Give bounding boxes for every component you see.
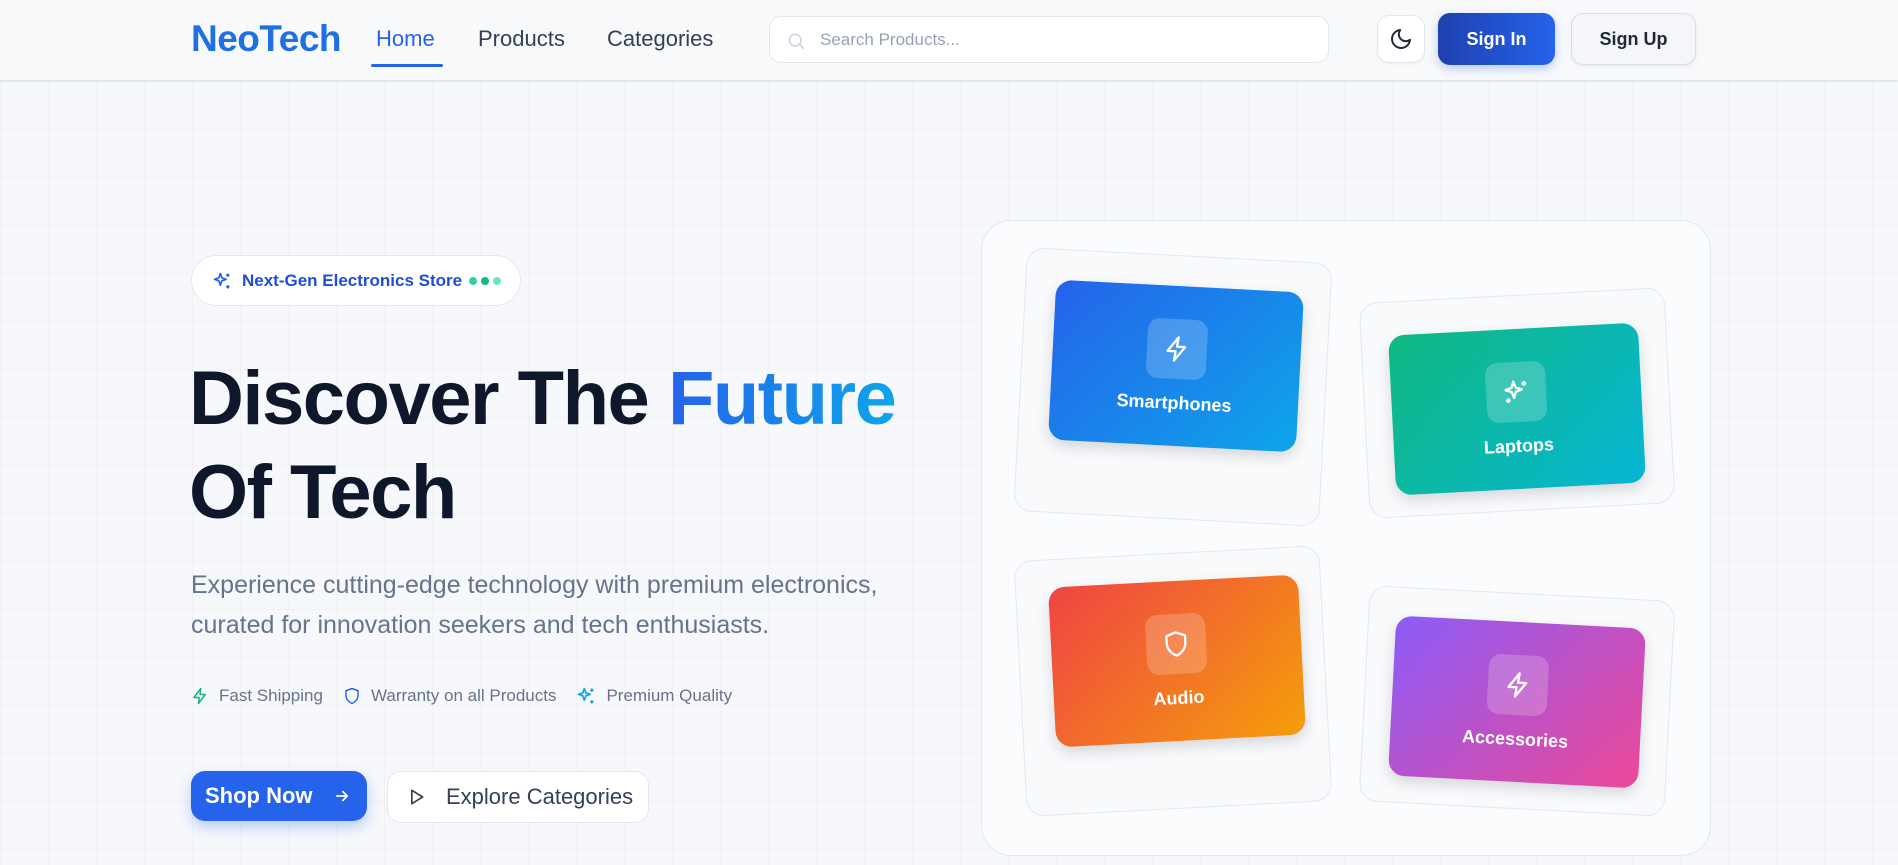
category-icon-box <box>1484 359 1548 424</box>
feature-item: Warranty on all Products <box>343 686 557 706</box>
feature-item: Premium Quality <box>576 686 732 706</box>
top-navbar: NeoTech Home Products Categories Sign In… <box>0 0 1898 81</box>
category-label: Audio <box>1152 686 1205 709</box>
zap-icon <box>1507 671 1528 698</box>
category-icon-box <box>1145 316 1209 381</box>
status-dots <box>469 277 501 285</box>
shield-icon <box>1165 630 1187 657</box>
feature-label: Warranty on all Products <box>370 686 557 705</box>
sparkles-icon <box>578 687 594 704</box>
hero-title-accent: Future <box>667 356 897 441</box>
zap-icon <box>193 687 206 705</box>
search-bar <box>769 16 1329 63</box>
category-icon-box <box>1144 611 1208 676</box>
shop-now-label: Shop Now <box>205 783 313 808</box>
zap-icon <box>1166 335 1187 362</box>
category-label: Smartphones <box>1116 389 1233 416</box>
play-icon <box>411 789 424 805</box>
category-tile-smartphones[interactable]: Smartphones <box>1047 279 1305 453</box>
shield-icon <box>345 687 359 705</box>
feature-label: Premium Quality <box>606 686 733 705</box>
category-icon-box <box>1486 652 1550 717</box>
moon-icon <box>1391 29 1411 49</box>
theme-toggle-button[interactable] <box>1377 15 1425 63</box>
sparkles-icon <box>213 272 230 288</box>
hero-description: Experience cutting-edge technology with … <box>191 571 878 639</box>
explore-categories-label: Explore Categories <box>446 784 634 809</box>
hero-title: Discover The Future Of Tech <box>189 352 897 540</box>
category-tile-laptops[interactable]: Laptops <box>1387 322 1647 496</box>
sign-up-button[interactable]: Sign Up <box>1571 13 1696 65</box>
category-showcase: Smartphones Laptops Audio Accessories <box>981 220 1711 856</box>
hero-title-part2: Of Tech <box>189 450 457 535</box>
hero-badge: Next-Gen Electronics Store <box>191 255 521 306</box>
explore-categories-button[interactable]: Explore Categories <box>387 771 649 823</box>
feature-item: Fast Shipping <box>191 686 323 706</box>
nav-products[interactable]: Products <box>478 26 565 52</box>
sparkles-icon <box>1504 379 1527 403</box>
hero-badge-label: Next-Gen Electronics Store <box>242 270 463 290</box>
feature-label: Fast Shipping <box>219 686 323 705</box>
category-label: Laptops <box>1483 433 1555 458</box>
search-icon <box>788 33 805 50</box>
sign-in-button[interactable]: Sign In <box>1438 13 1555 65</box>
category-label: Accessories <box>1461 725 1569 752</box>
logo[interactable]: NeoTech <box>191 18 342 60</box>
nav-categories[interactable]: Categories <box>607 26 713 52</box>
category-tile-accessories[interactable]: Accessories <box>1387 615 1647 789</box>
search-input[interactable] <box>820 17 1310 62</box>
hero-title-part1: Discover The <box>189 356 650 441</box>
shop-now-button[interactable]: Shop Now <box>191 771 367 821</box>
category-tile-audio[interactable]: Audio <box>1047 574 1307 748</box>
arrow-right-icon <box>335 790 348 802</box>
feature-list: Fast Shipping Warranty on all Products P… <box>191 686 752 706</box>
nav-active-indicator <box>371 64 443 67</box>
nav-home[interactable]: Home <box>376 26 435 52</box>
